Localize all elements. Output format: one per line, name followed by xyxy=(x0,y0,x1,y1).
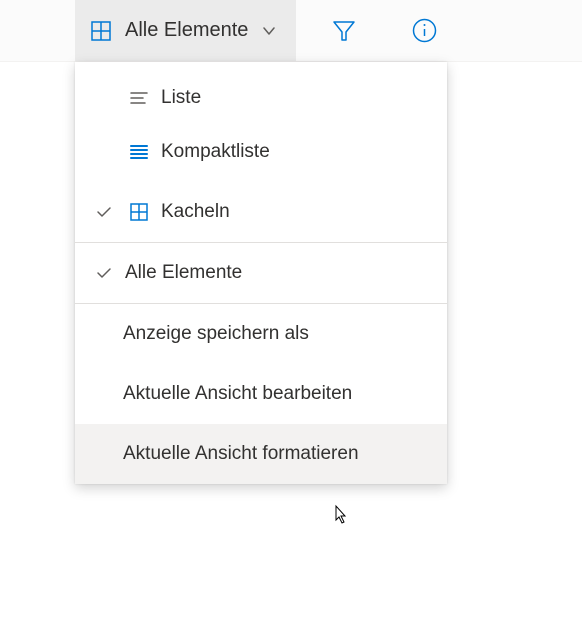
filter-icon xyxy=(331,18,357,44)
menu-item-label: Liste xyxy=(157,87,201,109)
view-switcher-button[interactable]: Alle Elemente xyxy=(75,0,296,61)
menu-item-format-current-view[interactable]: Aktuelle Ansicht formatieren xyxy=(75,424,447,484)
menu-item-list[interactable]: Liste xyxy=(75,62,447,122)
menu-item-label: Anzeige speichern als xyxy=(119,323,309,345)
tiles-icon xyxy=(89,19,113,43)
list-icon xyxy=(121,87,157,109)
tiles-icon xyxy=(121,201,157,223)
menu-item-label: Kacheln xyxy=(157,201,230,223)
view-dropdown-menu: Liste Kompaktliste Kacheln xyxy=(75,62,447,484)
menu-item-edit-current-view[interactable]: Aktuelle Ansicht bearbeiten xyxy=(75,364,447,424)
menu-item-label: Alle Elemente xyxy=(121,262,242,284)
menu-item-label: Kompaktliste xyxy=(157,141,270,163)
toolbar-spacer xyxy=(0,0,75,61)
checkmark-icon xyxy=(87,203,121,221)
filter-button[interactable] xyxy=(326,13,362,49)
info-icon xyxy=(411,17,438,44)
menu-item-all-elements[interactable]: Alle Elemente xyxy=(75,243,447,303)
checkmark-icon xyxy=(87,264,121,282)
chevron-down-icon xyxy=(260,22,278,40)
menu-item-save-view-as[interactable]: Anzeige speichern als xyxy=(75,304,447,364)
view-switcher-label: Alle Elemente xyxy=(125,19,248,42)
info-button[interactable] xyxy=(406,13,442,49)
cursor-pointer-icon xyxy=(330,504,352,530)
compact-list-icon xyxy=(121,141,157,163)
menu-item-compact-list[interactable]: Kompaktliste xyxy=(75,122,447,182)
menu-item-label: Aktuelle Ansicht formatieren xyxy=(119,443,359,465)
toolbar: Alle Elemente xyxy=(0,0,582,62)
menu-item-tiles[interactable]: Kacheln xyxy=(75,182,447,242)
toolbar-actions xyxy=(296,0,442,61)
menu-item-label: Aktuelle Ansicht bearbeiten xyxy=(119,383,352,405)
